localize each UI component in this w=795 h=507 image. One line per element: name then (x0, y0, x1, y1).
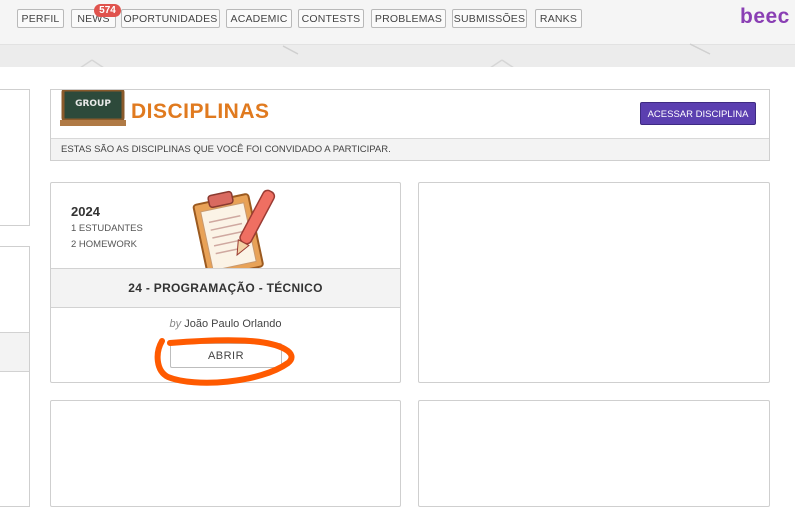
annotation-circle (154, 337, 295, 386)
background-pattern (79, 43, 711, 69)
nav-problemas[interactable]: PROBLEMAS (371, 9, 446, 28)
nav-contests[interactable]: CONTESTS (298, 9, 364, 28)
nav-ranks[interactable]: RANKS (535, 9, 582, 28)
course-author: by João Paulo Orlando (51, 318, 400, 330)
left-panel-card-bottom (0, 246, 30, 507)
disciplines-header: GROUP DISCIPLINAS ACESSAR DISCIPLINA EST… (50, 89, 770, 161)
left-panel-bar (0, 332, 29, 372)
disciplines-title: DISCIPLINAS (131, 100, 270, 123)
access-discipline-button[interactable]: ACESSAR DISCIPLINA (640, 102, 756, 125)
clipboard-pen-icon (192, 189, 276, 269)
left-panel-card-top (0, 89, 30, 226)
empty-card-top-right (418, 182, 770, 383)
empty-card-bottom-right (418, 400, 770, 507)
course-year: 2024 (71, 204, 100, 219)
site-logo[interactable]: beec (740, 5, 790, 29)
course-name-bar[interactable]: 24 - PROGRAMAÇÃO - TÉCNICO (51, 268, 400, 308)
nav-academic[interactable]: ACADEMIC (226, 9, 292, 28)
author-name: João Paulo Orlando (184, 318, 282, 330)
author-by-label: by (169, 318, 182, 330)
nav-oportunidades[interactable]: OPORTUNIDADES (121, 9, 220, 28)
nav-submissoes[interactable]: SUBMISSÕES (452, 9, 527, 28)
course-homework-count: 2 HOMEWORK (71, 239, 137, 250)
course-students-count: 1 ESTUDANTES (71, 223, 143, 234)
top-nav-bar: PERFIL NEWS 574 OPORTUNIDADES ACADEMIC C… (0, 0, 795, 45)
chalkboard-text: GROUP (75, 99, 111, 109)
news-count-badge: 574 (94, 4, 121, 17)
disciplines-subtitle: ESTAS SÃO AS DISCIPLINAS QUE VOCÊ FOI CO… (51, 138, 769, 160)
chalkboard-group-icon: GROUP (60, 90, 126, 126)
empty-card-bottom-left (50, 400, 401, 507)
nav-perfil[interactable]: PERFIL (17, 9, 64, 28)
